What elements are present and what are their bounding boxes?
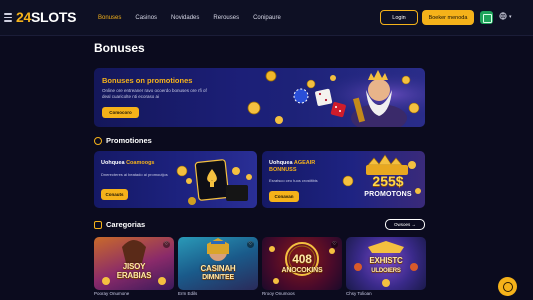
promo-2-badge-label: PROMOTONS [364,191,412,198]
game-4-label: Chsy Tolioan [346,291,372,296]
game-4-title-line2: ULDOIERS [371,268,401,274]
promo-1-title-prefix: Uohquea [101,160,127,166]
game-2-label: Erm Edils [178,291,198,296]
language-selector[interactable]: ▾ [499,12,511,20]
hero-title: Bonuses on promotiones [102,76,193,85]
main-nav: Bonuses Casinos Novidades Rerouses Conip… [98,13,295,23]
promo-2-title-prefix: Uohquea [269,160,294,166]
promo-card-2[interactable]: Uohquea AGEAIR BONNUSS Esratsco ceo tuos… [262,151,425,208]
promo-1-title-highlight: Coamoogs [126,160,155,166]
promo-1-description: Dnerecteres ai beatado ai promoutjos [101,172,168,177]
game-2-title-line2: DIMNITEE [202,274,234,281]
promo-2-description: Esratsco ceo tuos crostitbis [269,178,318,183]
favorite-heart-icon[interactable]: ♡ [331,241,338,248]
game-1-title-line1: JISOY [122,262,146,271]
wallet-icon[interactable] [480,11,493,24]
promotions-title: Promotiones [106,136,152,145]
promo-1-button[interactable]: Conauts [101,189,128,200]
game-4-title-line1: EXHISTC [369,256,403,265]
nav-item-novidades[interactable]: Novidades [171,13,199,23]
game-card-1[interactable]: JISOY ERABIAS ♡ [94,237,174,290]
game-1-title-line2: ERABIAS [116,271,152,280]
nav-item-conipaure[interactable]: Conipaure [253,13,281,23]
game-card-4[interactable]: EXHISTC ULDOIERS [346,237,426,290]
game-3-label: Rrooy Onumoos [262,291,295,296]
register-button[interactable]: Boeker menoda [422,10,474,25]
promo-2-title: Uohquea AGEAIR BONNUSS [269,160,315,174]
game-3-title-line1: 408 [292,252,312,266]
site-logo[interactable]: 24SLOTS [16,9,76,25]
game-1-label: Pooray Onumone [94,291,130,296]
favorite-heart-icon[interactable]: ♡ [163,241,170,248]
nav-item-rerouses[interactable]: Rerouses [213,13,239,23]
gift-icon [94,137,102,145]
favorite-heart-icon[interactable]: ♡ [247,241,254,248]
top-header: 24SLOTS Bonuses Casinos Novidades Rerous… [0,0,533,36]
hero-description: Online ore entreaner ravo ocoerdo bonuse… [102,88,207,99]
promo-card-1[interactable]: Uohquea Coamoogs Dnerecteres ai beatado … [94,151,257,208]
logo-number: 24 [16,9,31,25]
game-3-title-line2: ANOCOKINS [281,267,323,274]
nav-item-bonuses[interactable]: Bonuses [98,13,121,23]
hamburger-menu-icon[interactable] [4,13,12,22]
nav-item-casinos[interactable]: Casinos [135,13,157,23]
categories-title: Caregorias [106,220,146,229]
promo-1-title: Uohquea Coamoogs [101,160,154,167]
app-window: 24SLOTS Bonuses Casinos Novidades Rerous… [0,0,533,300]
hero-cta-button[interactable]: Comocoro [102,107,139,118]
promo-2-title-highlight: AGEAIR [293,160,316,166]
logo-word: SLOTS [30,9,77,25]
hero-banner[interactable]: Bonuses on promotiones Online ore entrea… [94,68,425,127]
promo-2-button[interactable]: Conavan [269,191,299,202]
view-all-button[interactable]: Owsoes → [385,219,425,230]
globe-icon [499,12,507,20]
chevron-down-icon: ▾ [508,13,512,20]
grid-icon [94,221,102,229]
chat-support-icon[interactable] [498,277,517,296]
page-title: Bonuses [94,41,145,55]
game-card-3[interactable]: 408 ANOCOKINS ♡ [262,237,342,290]
promo-2-badge-amount: 255$ [372,173,404,189]
promo-2-title-line2: BONNUSS [269,167,297,173]
login-button[interactable]: Login [380,10,418,25]
game-2-title-line1: CASINAH [200,264,236,273]
game-card-2[interactable]: CASINAH DIMNITEE ♡ [178,237,258,290]
